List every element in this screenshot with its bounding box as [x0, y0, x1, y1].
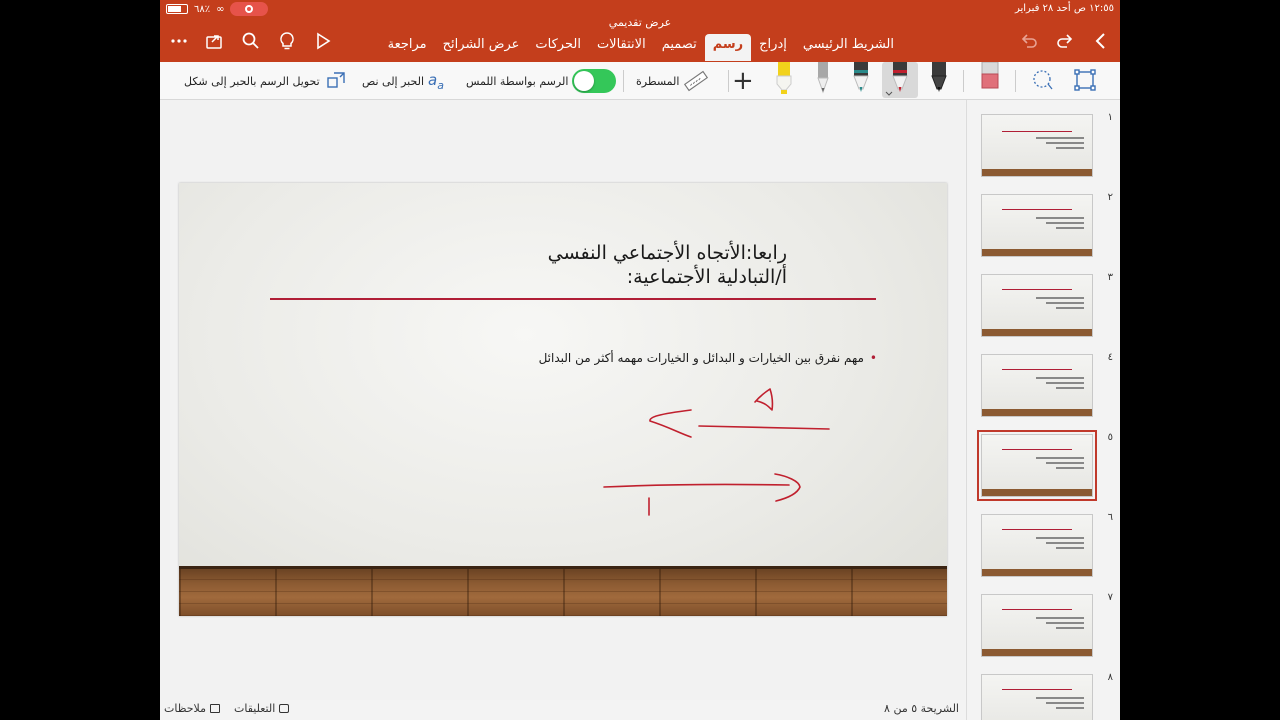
slide-thumbnail-number: ٦: [1107, 512, 1113, 523]
ink-to-shape-label: تحويل الرسم بالحبر إلى شكل: [184, 74, 320, 88]
slide-thumbnail[interactable]: [981, 354, 1093, 417]
ribbon-divider: [963, 70, 964, 92]
screen-recording-icon[interactable]: [230, 2, 269, 16]
tab-5[interactable]: الحركات: [527, 34, 589, 61]
tab-1[interactable]: إدراج: [751, 34, 795, 61]
slide-thumbnail-row[interactable]: ٧: [967, 592, 1120, 664]
status-bar: التعليقات ملاحظات الشريحة ٥ من ٨: [160, 700, 965, 720]
ink-stroke-2: [756, 400, 772, 410]
slide-thumbnail[interactable]: [981, 274, 1093, 337]
tab-2[interactable]: رسم: [704, 34, 752, 61]
notes-icon: [210, 704, 220, 713]
slide-thumbnail-number: ٣: [1107, 272, 1113, 283]
slide-thumbnail-row[interactable]: ١: [967, 112, 1120, 184]
status-time: ١٢:٥٥ ص أحد ٢٨ فبراير: [1014, 3, 1114, 14]
share-icon[interactable]: [203, 30, 225, 52]
slide-thumbnail[interactable]: [981, 594, 1093, 657]
tab-3[interactable]: تصميم: [654, 34, 705, 61]
ruler-label: المسطرة: [636, 74, 680, 88]
ruler-button[interactable]: المسطرة: [636, 62, 709, 100]
comments-button[interactable]: التعليقات: [234, 702, 290, 715]
tab-7[interactable]: مراجعة: [380, 34, 435, 61]
ribbon-divider: [728, 70, 729, 92]
back-icon[interactable]: [1090, 30, 1112, 52]
slide-thumbnail-number: ٤: [1107, 352, 1113, 363]
play-icon[interactable]: [312, 30, 334, 52]
link-icon: ∞: [216, 3, 225, 15]
plus-icon: +: [732, 66, 754, 96]
slide-thumbnail[interactable]: [981, 674, 1093, 720]
ink-to-text-button[interactable]: aa الحبر إلى نص: [362, 62, 444, 100]
slide-thumbnail-number: ٨: [1107, 672, 1113, 683]
highlighter-yellow-tool[interactable]: [769, 62, 799, 98]
ribbon-divider: [1015, 70, 1016, 92]
draw-with-touch-toggle[interactable]: [572, 69, 617, 93]
slide-thumbnail[interactable]: [981, 194, 1093, 257]
pencil-gray-tool[interactable]: [808, 62, 838, 98]
title-bar: ٦٨٪ ∞ ١٢:٥٥ ص أحد ٢٨ فبراير عرض تقديمي ا…: [160, 0, 1120, 62]
ink-to-text-label: الحبر إلى نص: [362, 74, 425, 88]
pen-teal-tool[interactable]: [846, 62, 876, 98]
eraser-tool[interactable]: [975, 61, 1005, 98]
slide-thumbnail-row[interactable]: ٥: [967, 430, 1120, 504]
slide-thumbnails-panel[interactable]: ١ ٢ ٣ ٤ ٥ ٦ ٧ ٨: [966, 100, 1120, 720]
pen-red-tool[interactable]: [882, 62, 918, 98]
battery-icon: [166, 4, 188, 14]
draw-with-touch-label: الرسم بواسطة اللمس: [466, 74, 569, 88]
document-title[interactable]: عرض تقديمي: [160, 16, 1120, 29]
ink-stroke-3: [649, 409, 692, 438]
powerpoint-app: ٦٨٪ ∞ ١٢:٥٥ ص أحد ٢٨ فبراير عرض تقديمي ا…: [160, 0, 1120, 720]
slide-thumbnail[interactable]: [981, 514, 1093, 577]
slide-thumbnail-row[interactable]: ٣: [967, 272, 1120, 344]
tab-6[interactable]: عرض الشرائح: [435, 34, 528, 61]
slide-thumbnail-number: ٥: [1107, 432, 1113, 443]
ink-to-shape-icon: [327, 72, 345, 88]
status-bar-buttons: التعليقات ملاحظات: [164, 702, 290, 715]
tab-4[interactable]: الانتقالات: [589, 34, 654, 61]
slide-thumbnail-row[interactable]: ٤: [967, 352, 1120, 424]
tab-0[interactable]: الشريط الرئيسي: [795, 34, 902, 61]
ink-to-shape-button[interactable]: تحويل الرسم بالحبر إلى شكل: [184, 62, 348, 100]
comments-label: التعليقات: [234, 702, 276, 715]
slide-thumbnail-number: ٢: [1107, 192, 1113, 203]
ruler-icon: [684, 70, 709, 92]
ink-to-text-icon: aa: [428, 70, 444, 92]
add-pen-button[interactable]: +: [732, 62, 754, 100]
slide-counter: الشريحة ٥ من ٨: [884, 702, 959, 715]
lasso-select-tool[interactable]: [1028, 62, 1058, 98]
wood-floor-background: [179, 569, 947, 616]
slide-thumbnail-number: ١: [1107, 112, 1113, 123]
comment-icon: [279, 704, 290, 713]
ribbon-tabs: الشريط الرئيسي إدراج رسم تصميم الانتقالات الح…: [380, 34, 902, 61]
slide-thumbnail-row[interactable]: ٢: [967, 192, 1120, 264]
more-icon[interactable]: [168, 30, 190, 52]
slide-thumbnail-number: ٧: [1107, 592, 1113, 603]
slide-thumbnail[interactable]: [977, 430, 1097, 501]
slide-thumbnail-row[interactable]: ٦: [967, 512, 1120, 584]
notes-button[interactable]: ملاحظات: [164, 702, 220, 715]
draw-with-touch-control: الرسم بواسطة اللمس: [466, 62, 617, 100]
slide-canvas[interactable]: رابعا:الأتجاه الأجتماعي النفسي أ/التبادل…: [160, 100, 965, 700]
ribbon-divider: [623, 70, 624, 92]
pen-black-tool[interactable]: [924, 62, 954, 98]
status-indicators: ٦٨٪ ∞: [166, 2, 269, 16]
ink-stroke-5: [603, 483, 790, 488]
lightbulb-icon[interactable]: [276, 30, 298, 52]
current-slide[interactable]: رابعا:الأتجاه الأجتماعي النفسي أ/التبادل…: [179, 183, 947, 616]
ink-annotations[interactable]: [179, 183, 947, 616]
draw-ribbon: تحويل الرسم بالحبر إلى شكل aa الحبر إلى …: [160, 61, 1120, 100]
notes-label: ملاحظات: [164, 702, 206, 715]
select-objects-tool[interactable]: [1070, 62, 1100, 98]
ink-stroke-6: [774, 473, 801, 502]
ink-stroke-4: [698, 425, 830, 430]
redo-icon[interactable]: [1054, 30, 1076, 52]
undo-icon[interactable]: [1018, 30, 1040, 52]
battery-percent: ٦٨٪: [194, 3, 211, 15]
search-icon[interactable]: [240, 30, 262, 52]
slide-thumbnail-row[interactable]: ٨: [967, 672, 1120, 720]
slide-thumbnail[interactable]: [981, 114, 1093, 177]
